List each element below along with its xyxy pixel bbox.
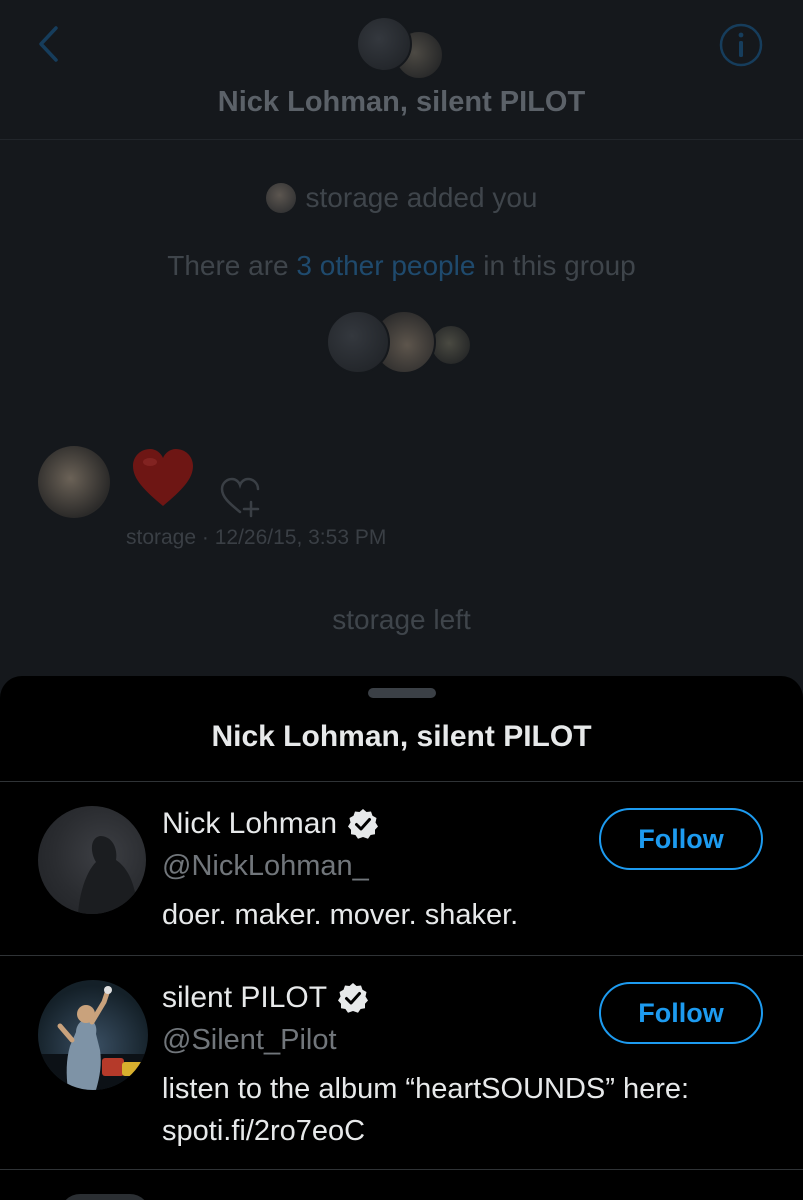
message-row xyxy=(38,446,438,526)
add-reaction-icon[interactable] xyxy=(218,474,262,518)
conversation-header: Nick Lohman, silent PILOT xyxy=(0,0,803,140)
heart-emoji-icon xyxy=(133,449,193,506)
group-avatar-front xyxy=(356,16,412,72)
group-members-avatars[interactable] xyxy=(326,310,476,376)
added-you-text: storage added you xyxy=(305,182,538,213)
avatar[interactable] xyxy=(38,806,146,914)
group-members-notice: There are 3 other people in this group xyxy=(0,250,803,282)
user-row[interactable]: Nick Lohman @NickLohman_ doer. maker. mo… xyxy=(0,782,803,956)
info-button[interactable] xyxy=(718,22,764,68)
conversation-title[interactable]: Nick Lohman, silent PILOT xyxy=(0,86,803,119)
sender-avatar[interactable] xyxy=(38,446,110,518)
bio-link[interactable]: spoti.fi/2ro7eoC xyxy=(162,1110,752,1152)
added-you-notice: storage added you xyxy=(0,182,803,214)
user-bio-text: listen to the album “heartSOUNDS” here: xyxy=(162,1073,690,1105)
storage-mini-avatar xyxy=(265,183,296,213)
message-sender: storage xyxy=(126,526,197,549)
message-timestamp: · 12/26/15, 3:53 PM xyxy=(201,526,387,549)
follow-button[interactable]: Follow xyxy=(599,982,763,1044)
chevron-left-icon xyxy=(39,26,58,62)
user-bio: doer. maker. mover. shaker. xyxy=(162,894,752,936)
member-avatar-1 xyxy=(326,310,390,374)
left-notice: storage left xyxy=(332,604,471,635)
people-suffix: in this group xyxy=(475,250,636,281)
user-name[interactable]: Nick Lohman xyxy=(162,804,337,844)
info-icon xyxy=(719,23,763,67)
avatar[interactable] xyxy=(38,980,148,1090)
next-user-avatar-peek xyxy=(60,1194,150,1200)
user-bio-text: doer. maker. mover. shaker. xyxy=(162,899,519,931)
user-name[interactable]: silent PILOT xyxy=(162,978,327,1018)
back-button[interactable] xyxy=(28,22,68,66)
avatar-photo-icon xyxy=(38,986,148,1090)
people-prefix: There are xyxy=(167,250,297,281)
sheet-grabber[interactable] xyxy=(368,688,436,698)
avatar-photo-icon xyxy=(78,836,138,914)
verified-badge-icon xyxy=(348,809,379,839)
participants-sheet: Nick Lohman, silent PILOT Nick Lohman @N… xyxy=(0,676,803,1200)
other-people-link[interactable]: 3 other people xyxy=(296,250,475,281)
message-meta: storage · 12/26/15, 3:53 PM xyxy=(126,526,386,550)
follow-button[interactable]: Follow xyxy=(599,808,763,870)
verified-badge-icon xyxy=(338,983,369,1013)
user-bio: listen to the album “heartSOUNDS” here: … xyxy=(162,1068,752,1152)
group-avatar[interactable] xyxy=(356,16,448,80)
user-row[interactable]: silent PILOT @Silent_Pilot listen to the… xyxy=(0,956,803,1170)
sheet-title: Nick Lohman, silent PILOT xyxy=(211,720,592,753)
member-avatar-3 xyxy=(430,324,472,366)
